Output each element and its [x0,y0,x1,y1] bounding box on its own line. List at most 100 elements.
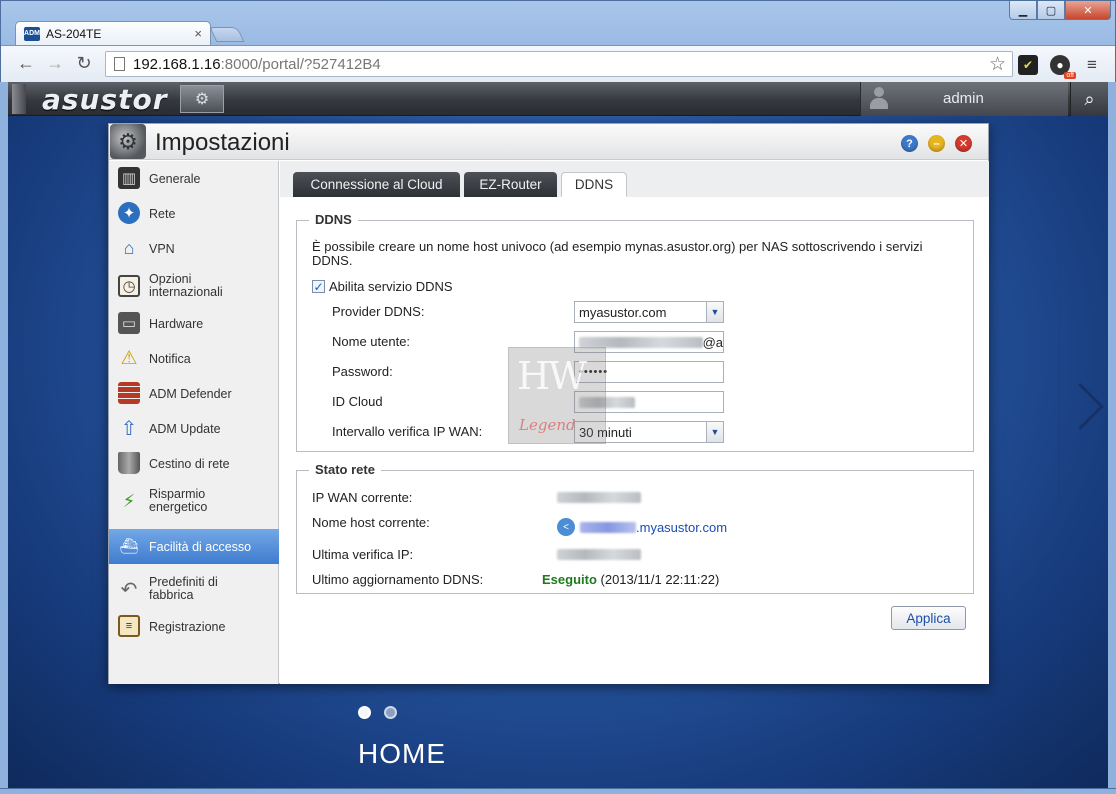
extension-off-icon[interactable]: ● off [1050,55,1076,79]
tab-ddns[interactable]: DDNS [561,172,627,197]
browser-chrome: ADM AS-204TE × ▁ ▢ ✕ ← → ↻ 192.168.1.16 … [0,0,1116,82]
sidebar-item-rete[interactable]: ✦ Rete [109,196,279,231]
user-menu[interactable]: admin [860,82,1068,116]
settings-app-icon[interactable]: ⚙ [180,85,224,113]
user-icon [869,87,889,109]
network-globe-icon: ✦ [118,202,140,224]
tab-bar: Connessione al Cloud EZ-Router DDNS [280,161,989,197]
password-field[interactable]: •••••• [574,361,724,383]
cloud-id-field[interactable] [574,391,724,413]
last-ip-check-label: Ultima verifica IP: [312,547,414,562]
username: admin [943,90,984,107]
clipboard-icon: ≡ [118,615,140,637]
ddns-description: È possibile creare un nome host univoco … [312,239,923,268]
maximize-window-button[interactable]: ▢ [1037,1,1065,20]
username-label: Nome utente: [332,334,411,349]
provider-select[interactable]: myasustor.com ▼ [574,301,724,323]
hostname-value: < .myasustor.com [557,518,727,536]
window-controls: ▁ ▢ ✕ [1009,1,1111,20]
warning-icon: ⚠ [120,347,138,369]
sidebar-item-label: Generale [149,172,201,186]
reload-icon[interactable]: ↻ [73,52,95,74]
wan-ip-label: IP WAN corrente: [312,490,413,505]
sidebar-item-generale[interactable]: ▥ Generale [109,161,279,196]
sidebar-item-adm-defender[interactable]: ADM Defender [109,376,279,411]
password-label: Password: [332,364,393,379]
interval-value: 30 minuti [579,424,632,440]
forward-arrow-icon[interactable]: → [44,52,66,74]
taskbar-grip[interactable] [12,84,26,114]
sidebar-item-opzioni-internazionali[interactable]: ◷ Opzioni internazionali [109,266,279,306]
search-icon[interactable]: ⌕ [1070,82,1108,116]
browser-menu-icon[interactable]: ≡ [1082,55,1102,75]
settings-sidebar: ▥ Generale ✦ Rete ⌂ VPN ◷ Opzioni intern… [109,161,279,684]
window-header[interactable]: ⚙ Impostazioni ? – ✕ [109,124,988,160]
settings-gear-icon: ⚙ [110,124,146,159]
apply-button[interactable]: Applica [891,606,966,630]
sidebar-item-predefiniti-di-fabbrica[interactable]: ↶ Predefiniti di fabbrica [109,569,279,609]
power-saving-icon: ⚡ [122,490,136,511]
chevron-down-icon[interactable]: ▼ [706,302,723,322]
window-title: Impostazioni [155,129,290,156]
url-path: :8000/portal/?527412B4 [220,55,381,73]
cloud-id-label: ID Cloud [332,394,383,409]
sidebar-item-adm-update[interactable]: ⇧ ADM Update [109,411,279,446]
sidebar-item-hardware[interactable]: ▭ Hardware [109,306,279,341]
chevron-down-icon[interactable]: ▼ [706,422,723,442]
home-label: HOME [358,738,446,769]
sidebar-item-risparmio-energetico[interactable]: ⚡ Risparmio energetico [109,481,279,521]
page-dot-2[interactable] [384,706,397,719]
share-icon[interactable]: < [557,518,575,536]
username-field[interactable]: @a [574,331,724,353]
minimize-button[interactable]: – [928,135,945,152]
sidebar-item-notifica[interactable]: ⚠ Notifica [109,341,279,376]
new-tab-button[interactable] [209,27,245,42]
wan-ip-value [557,492,641,503]
sidebar-item-label: Cestino di rete [149,457,230,471]
sidebar-item-facilita-di-accesso[interactable]: ⛴ Facilità di accesso [109,529,279,564]
back-arrow-icon[interactable]: ← [15,52,37,74]
page-dot-1[interactable] [358,706,371,719]
interval-select[interactable]: 30 minuti ▼ [574,421,724,443]
username-suffix: @a [702,334,723,350]
blurred-cloud-id [579,396,635,408]
blurred-hostname [580,521,636,533]
sidebar-item-vpn[interactable]: ⌂ VPN [109,231,279,266]
checkmark-extension-icon[interactable]: ✔ [1018,55,1038,75]
ddns-legend: DDNS [309,212,358,227]
browser-tab[interactable]: ADM AS-204TE × [15,21,211,45]
tab-title: AS-204TE [46,26,102,41]
enable-ddns-checkbox[interactable]: ✓ Abilita servizio DDNS [312,279,453,294]
bookmark-star-icon[interactable]: ☆ [989,53,1006,76]
sidebar-item-label: Facilità di accesso [149,540,252,554]
page-icon [114,57,125,71]
hostname-link[interactable]: .myasustor.com [636,520,727,535]
next-page-arrow-icon[interactable] [1064,382,1094,442]
vpn-house-icon: ⌂ [123,237,135,258]
settings-content: Connessione al Cloud EZ-Router DDNS DDNS… [280,161,989,684]
close-button[interactable]: ✕ [955,135,972,152]
adm-top-bar: asustor ⚙ admin ⌕ [8,82,1108,116]
sidebar-item-label: Predefiniti di fabbrica [149,575,218,602]
ddns-group: DDNS È possibile creare un nome host uni… [296,212,974,452]
hostname-label: Nome host corrente: [312,515,430,530]
address-bar[interactable]: 192.168.1.16 :8000/portal/?527412B4 ☆ [105,51,1013,77]
tab-ez-router[interactable]: EZ-Router [464,172,557,197]
minimize-window-button[interactable]: ▁ [1009,1,1037,20]
sidebar-item-registrazione[interactable]: ≡ Registrazione [109,609,279,644]
help-button[interactable]: ? [901,135,918,152]
close-window-button[interactable]: ✕ [1065,1,1111,20]
sidebar-item-label: Hardware [149,317,204,331]
tab-close-icon[interactable]: × [194,26,202,41]
url-host: 192.168.1.16 [133,55,221,73]
sidebar-item-label: ADM Update [149,422,221,436]
upload-arrow-icon: ⇧ [120,417,138,440]
access-icon: ⛴ [119,538,139,555]
browser-toolbar: ← → ↻ 192.168.1.16 :8000/portal/?527412B… [1,45,1115,82]
sidebar-item-cestino-di-rete[interactable]: Cestino di rete [109,446,279,481]
enable-ddns-label: Abilita servizio DDNS [329,279,453,294]
checkbox-checked-icon[interactable]: ✓ [312,280,325,294]
network-status-group: Stato rete IP WAN corrente: Nome host co… [296,462,974,594]
page-indicator [358,706,397,719]
tab-connessione-al-cloud[interactable]: Connessione al Cloud [293,172,460,197]
